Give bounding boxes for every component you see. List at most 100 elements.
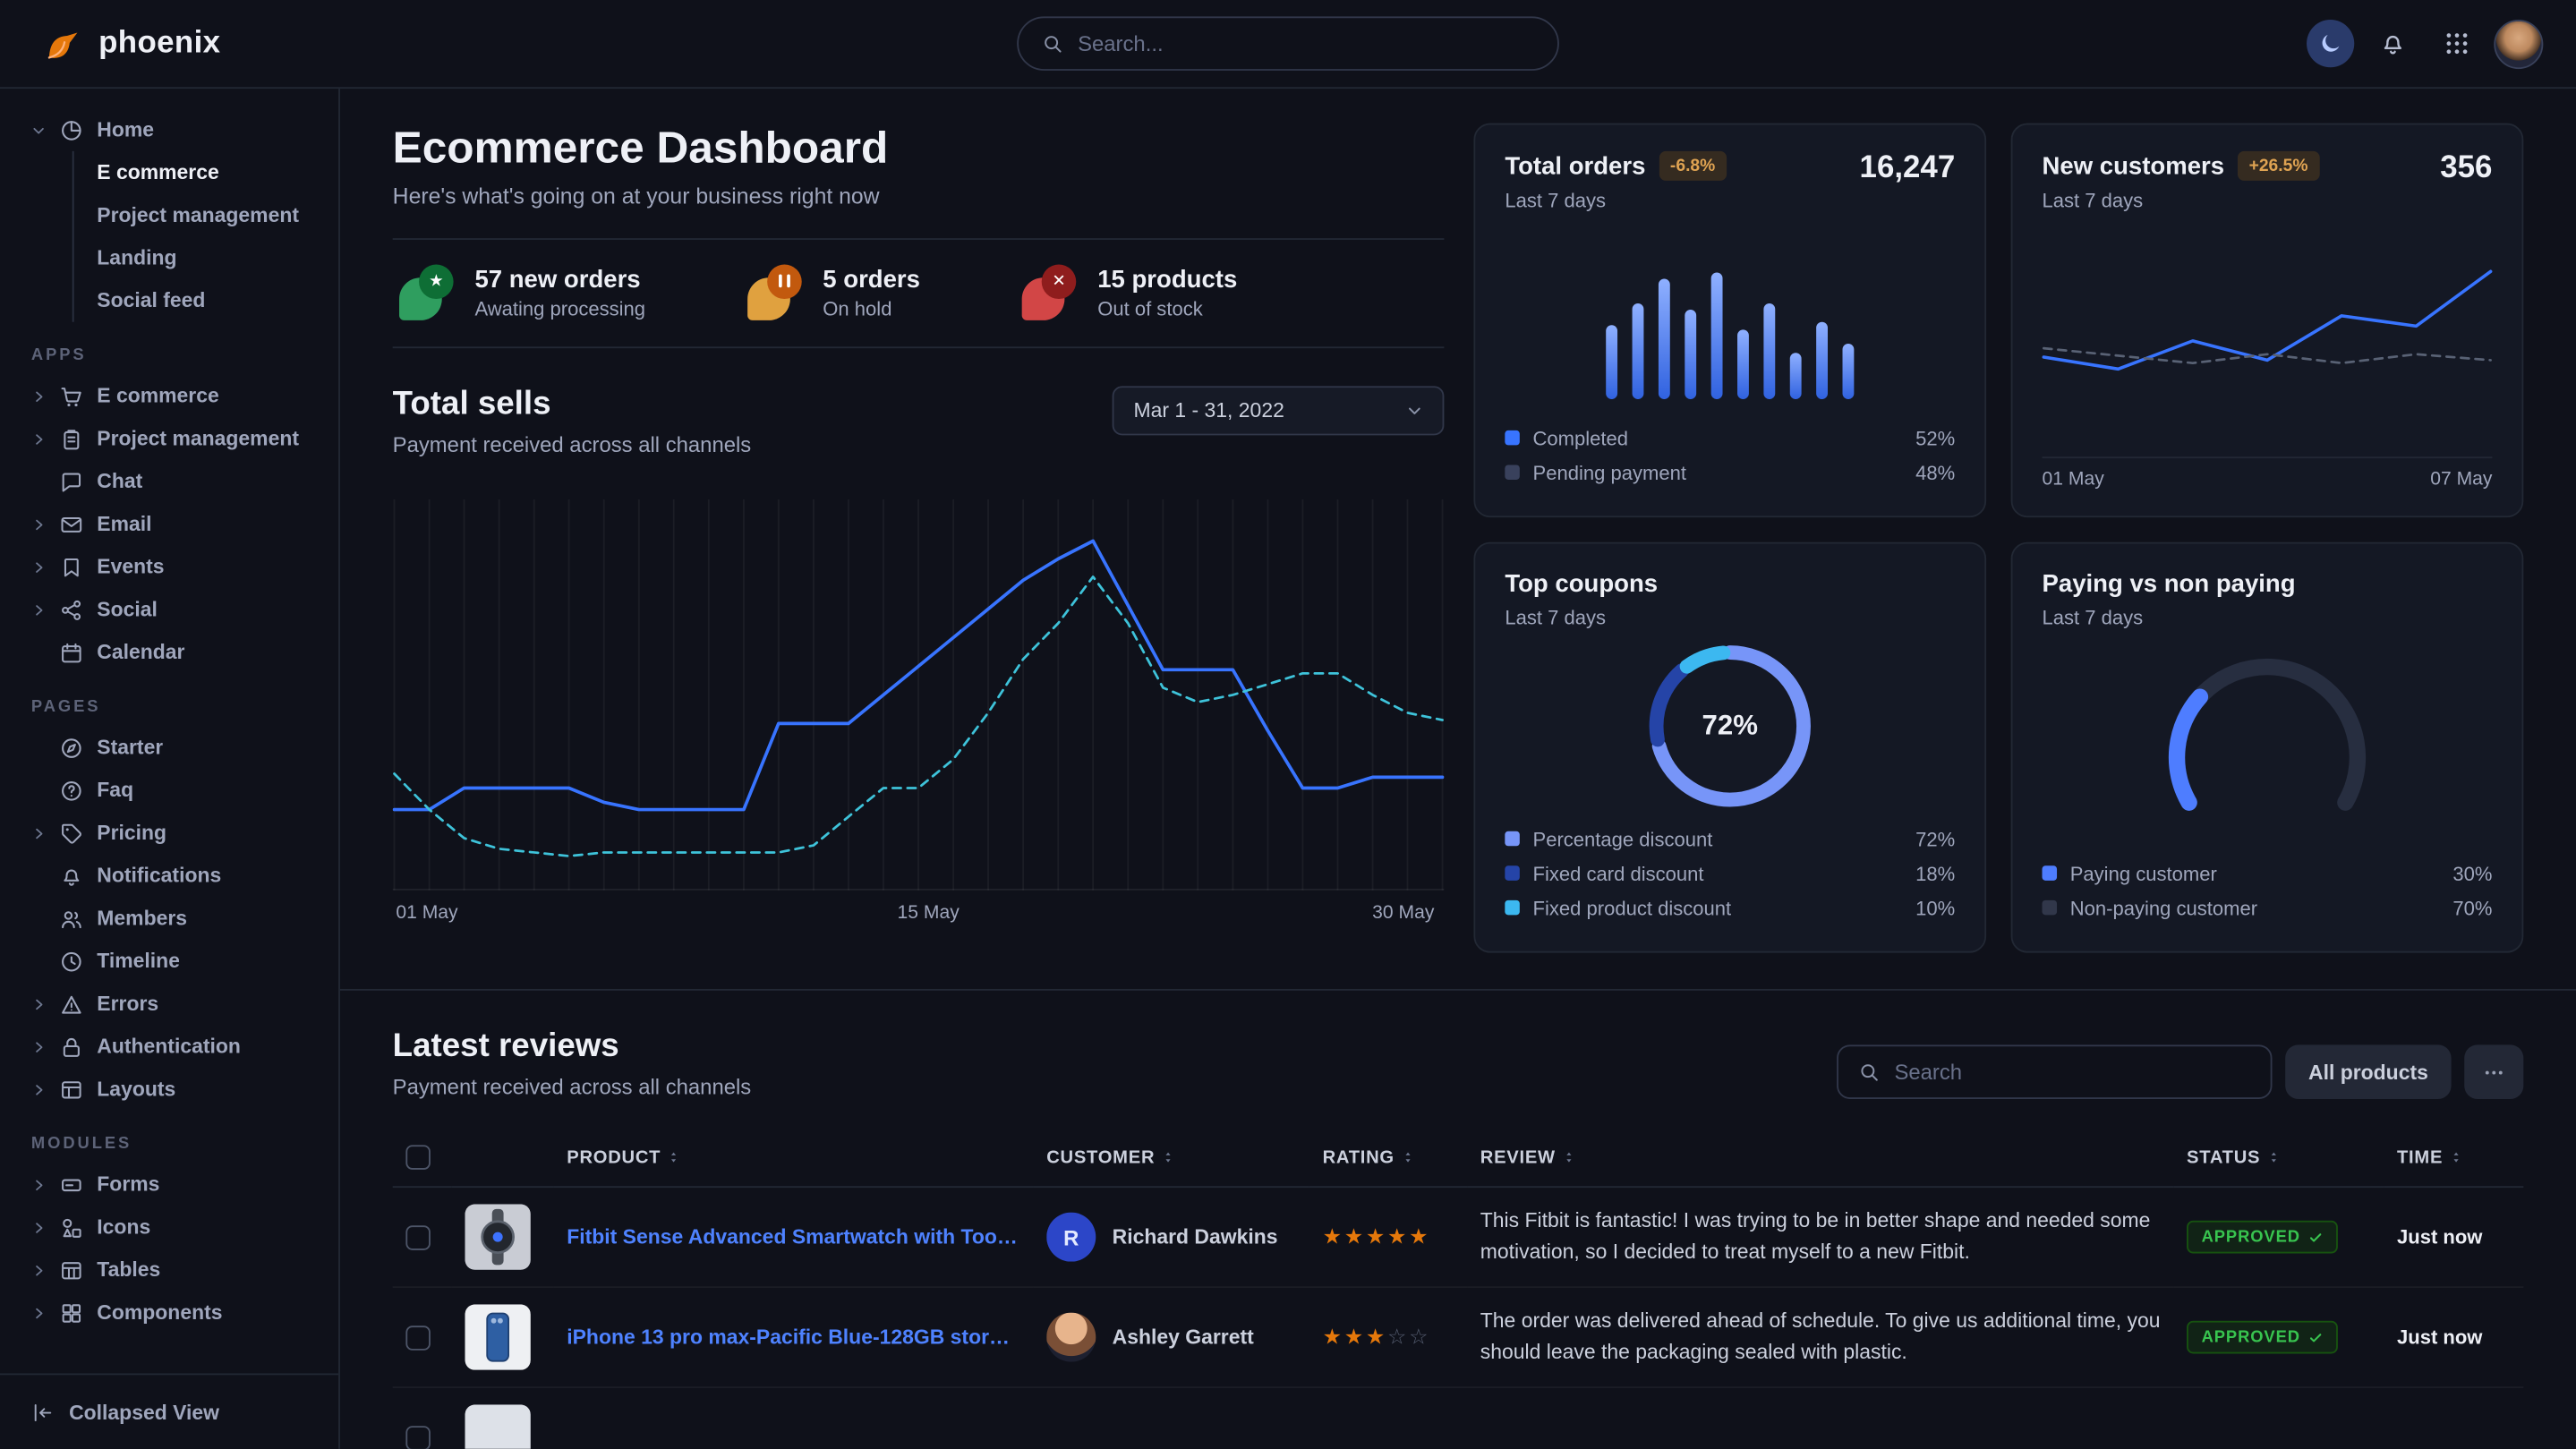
sort-icon[interactable] [1162, 1148, 1175, 1166]
select-all-checkbox[interactable] [405, 1145, 431, 1170]
legend-row: Fixed product discount 10% [1505, 891, 1955, 925]
product-thumbnail-iphone[interactable] [465, 1304, 530, 1369]
column-header-time[interactable]: TIME [2397, 1147, 2443, 1167]
sidebar-item-calendar[interactable]: Calendar [20, 631, 319, 674]
sidebar-item-timeline[interactable]: Timeline [20, 940, 319, 983]
lock-icon [59, 1034, 84, 1059]
sidebar-item-faq[interactable]: Faq [20, 769, 319, 812]
paying-gauge-chart [2126, 645, 2409, 840]
caret-right-icon [31, 1177, 47, 1192]
sidebar-item-icons[interactable]: Icons [20, 1206, 319, 1249]
sidebar-subitem-ecommerce[interactable]: E commerce [74, 151, 319, 194]
column-header-status[interactable]: STATUS [2187, 1147, 2260, 1167]
sidebar-item-errors[interactable]: Errors [20, 983, 319, 1026]
sidebar-item-notifications[interactable]: Notifications [20, 854, 319, 897]
latest-reviews-title: Latest reviews [393, 1028, 752, 1066]
legend-label: Non-paying customer [2070, 896, 2257, 919]
sidebar-item-label: Home [97, 118, 154, 141]
brand-name: phoenix [98, 25, 220, 61]
legend-row: Pending payment 48% [1505, 455, 1955, 490]
row-checkbox[interactable] [405, 1425, 431, 1449]
product-link[interactable]: iPhone 13 pro max-Pacific Blue-128GB sto… [567, 1325, 1020, 1349]
legend-swatch [1505, 831, 1520, 847]
row-checkbox[interactable] [405, 1325, 431, 1350]
main-content: Ecommerce Dashboard Here's what's going … [340, 89, 2576, 1449]
sidebar-section-pages: PAGES [31, 698, 307, 716]
column-header-customer[interactable]: CUSTOMER [1046, 1147, 1155, 1167]
alert-triangle-icon [59, 992, 84, 1017]
sidebar-item-home[interactable]: Home [20, 108, 319, 151]
table-icon [59, 1257, 84, 1283]
stat-value: 57 new orders [474, 266, 645, 294]
sidebar-item-layouts[interactable]: Layouts [20, 1068, 319, 1111]
sidebar-item-social[interactable]: Social [20, 588, 319, 631]
column-header-product[interactable]: PRODUCT [567, 1147, 661, 1167]
sort-icon[interactable] [668, 1148, 681, 1166]
share-icon [59, 597, 84, 622]
date-range-select[interactable]: Mar 1 - 31, 2022 [1113, 386, 1445, 435]
new-customers-card: New customers +26.5% Last 7 days 356 01 … [2011, 124, 2524, 518]
customer-cell[interactable]: Ashley Garrett [1046, 1313, 1296, 1362]
sidebar-item-label: E commerce [97, 385, 218, 408]
brand[interactable]: phoenix [43, 23, 221, 64]
x-axis-label: 15 May [898, 904, 960, 924]
sidebar-item-label: Calendar [97, 641, 184, 664]
moon-icon [2318, 31, 2343, 56]
product-thumbnail[interactable] [465, 1404, 530, 1449]
stat-out-of-stock: ✕ 15 products Out of stock [1022, 266, 1238, 320]
new-customers-value: 356 [2440, 151, 2492, 187]
sort-icon[interactable] [2267, 1148, 2281, 1166]
caret-right-icon [31, 559, 47, 575]
column-header-rating[interactable]: RATING [1323, 1147, 1395, 1167]
collapse-view-button[interactable]: Collapsed View [0, 1373, 338, 1448]
topbar-actions [2307, 19, 2543, 68]
theme-toggle-button[interactable] [2307, 20, 2354, 67]
sidebar-item-events[interactable]: Events [20, 545, 319, 588]
legend-swatch [2043, 900, 2058, 916]
sort-icon[interactable] [1562, 1148, 1575, 1166]
sidebar-subitem-social-feed[interactable]: Social feed [74, 279, 319, 322]
sidebar-item-forms[interactable]: Forms [20, 1163, 319, 1206]
tag-icon [59, 821, 84, 846]
sidebar-item-pricing[interactable]: Pricing [20, 812, 319, 855]
sort-icon[interactable] [1401, 1148, 1414, 1166]
sidebar-item-components[interactable]: Components [20, 1291, 319, 1334]
user-avatar[interactable] [2494, 19, 2543, 68]
sidebar-item-project-management[interactable]: Project management [20, 417, 319, 460]
sidebar-subitem-project-management[interactable]: Project management [74, 194, 319, 237]
reviews-search-input[interactable] [1894, 1060, 2250, 1085]
reviews-search[interactable] [1837, 1044, 2272, 1099]
new-customers-chart [2043, 241, 2493, 425]
shapes-icon [59, 1215, 84, 1240]
product-thumbnail-watch[interactable] [465, 1204, 530, 1269]
column-header-review[interactable]: REVIEW [1480, 1147, 1556, 1167]
customer-cell[interactable]: R Richard Dawkins [1046, 1213, 1296, 1262]
sidebar-item-members[interactable]: Members [20, 897, 319, 940]
stat-label: On hold [823, 297, 920, 320]
sidebar-subitem-landing[interactable]: Landing [74, 236, 319, 279]
legend-label: Fixed card discount [1533, 862, 1704, 885]
sidebar-item-label: Layouts [97, 1078, 175, 1101]
bookmark-icon [59, 554, 84, 579]
sidebar-item-chat[interactable]: Chat [20, 460, 319, 503]
sidebar-item-authentication[interactable]: Authentication [20, 1025, 319, 1068]
sidebar-item-tables[interactable]: Tables [20, 1249, 319, 1291]
sidebar-item-label: Social [97, 598, 158, 621]
caret-right-icon [31, 825, 47, 840]
global-search[interactable] [1017, 16, 1559, 71]
sidebar-item-email[interactable]: Email [20, 503, 319, 546]
sidebar-item-starter[interactable]: Starter [20, 726, 319, 769]
apps-menu-button[interactable] [2430, 19, 2483, 68]
global-search-input[interactable] [1078, 31, 1534, 56]
sidebar-item-ecommerce[interactable]: E commerce [20, 374, 319, 417]
product-link[interactable]: Fitbit Sense Advanced Smartwatch with To… [567, 1225, 1020, 1249]
new-orders-icon: ★ [399, 267, 452, 320]
sort-icon[interactable] [2450, 1148, 2463, 1166]
row-checkbox[interactable] [405, 1224, 431, 1249]
sidebar-item-label: Faq [97, 779, 133, 802]
more-options-button[interactable] [2464, 1044, 2523, 1099]
all-products-button[interactable]: All products [2285, 1044, 2451, 1099]
customer-avatar [1046, 1313, 1096, 1362]
notifications-button[interactable] [2366, 19, 2418, 68]
card-period: Last 7 days [1505, 606, 1955, 629]
